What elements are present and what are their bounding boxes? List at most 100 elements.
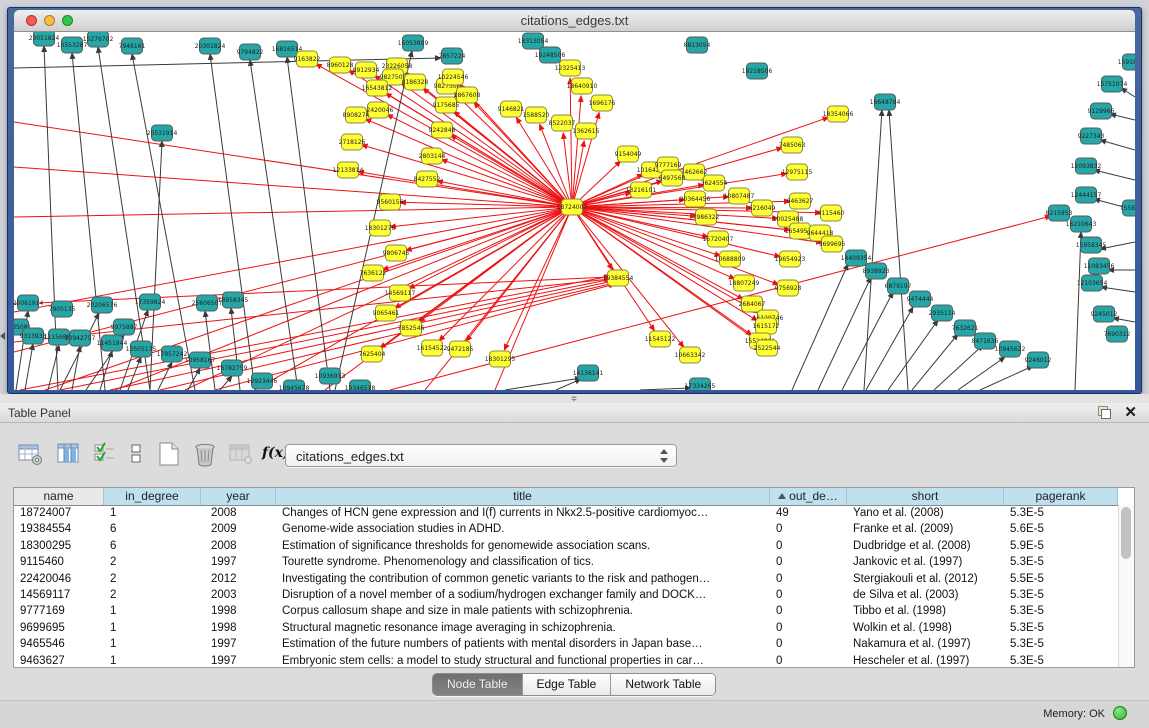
delete-table-icon[interactable] <box>192 441 220 471</box>
graph-node[interactable]: 15918224 <box>1118 54 1135 70</box>
graph-node[interactable]: 6497568 <box>659 170 686 186</box>
graph-node[interactable]: 9472185 <box>447 341 474 357</box>
graph-node[interactable]: 6216049 <box>749 200 776 216</box>
graph-node[interactable]: 9560156 <box>377 194 404 210</box>
graph-node[interactable]: 9227343 <box>1078 128 1105 144</box>
column-header-year[interactable]: year <box>201 488 276 505</box>
table-row[interactable]: 946554611997Estimation of the future num… <box>14 636 1119 652</box>
float-panel-icon[interactable] <box>1098 406 1111 419</box>
graph-node[interactable]: 18301276 <box>365 220 396 236</box>
graph-node[interactable]: 12325413 <box>555 60 586 76</box>
graph-node[interactable]: 9115460 <box>818 205 845 221</box>
graph-node[interactable]: 9175685 <box>433 97 460 113</box>
graph-node[interactable]: 10807487 <box>724 188 755 204</box>
control-panel-collapse-arrow-icon[interactable] <box>0 332 5 340</box>
graph-node[interactable]: 2803144 <box>419 148 446 164</box>
network-view-window[interactable]: citations_edges.txt 18724007230518241055… <box>7 7 1142 394</box>
table-row[interactable]: 2242004622012Investigating the contribut… <box>14 571 1119 587</box>
graph-node[interactable]: 9975887 <box>111 319 138 335</box>
graph-node[interactable]: 8938923 <box>863 263 890 279</box>
graph-node[interactable]: 1362615 <box>573 123 600 139</box>
graph-node[interactable]: 7905135 <box>49 301 76 317</box>
graph-node[interactable]: 10936913 <box>315 368 346 384</box>
column-header-title[interactable]: title <box>276 488 770 505</box>
graph-node[interactable]: 17334265 <box>685 378 716 390</box>
table-selector-dropdown[interactable]: citations_edges.txt <box>285 444 677 467</box>
graph-node[interactable]: 1588520 <box>523 107 550 123</box>
graph-node[interactable]: 9313933 <box>20 328 47 344</box>
panel-splitter[interactable] <box>0 394 1149 403</box>
row-selection-icon[interactable] <box>92 441 120 471</box>
graph-node[interactable]: 9756928 <box>775 280 802 296</box>
graph-node[interactable]: 9146821 <box>498 101 525 117</box>
table-settings-icon[interactable] <box>18 441 46 471</box>
graph-node[interactable]: 12133814 <box>333 162 364 178</box>
graph-node[interactable]: 19384554 <box>603 270 634 286</box>
graph-node[interactable]: 20301824 <box>195 38 226 54</box>
graph-node[interactable]: 7632621 <box>952 320 979 336</box>
graph-node[interactable]: 20061914 <box>14 295 43 311</box>
graph-node[interactable]: 9154049 <box>615 146 642 162</box>
graph-node[interactable]: 7852546 <box>398 320 425 336</box>
graph-node[interactable]: 9794822 <box>237 44 264 60</box>
graph-node[interactable]: 8522037 <box>549 115 576 131</box>
table-row[interactable]: 946362711997Embryonic stem cells: a mode… <box>14 653 1119 668</box>
graph-node[interactable]: 16154522 <box>417 340 448 356</box>
graph-node[interactable]: 7986322 <box>693 209 720 225</box>
graph-node[interactable]: 12975115 <box>782 164 813 180</box>
table-row[interactable]: 969969511998Structural magnetic resonanc… <box>14 620 1119 636</box>
graph-node[interactable]: 19346518 <box>345 380 376 390</box>
table-row[interactable]: 1456911722003Disruption of a novel membe… <box>14 587 1119 603</box>
graph-node[interactable]: 11083456 <box>1084 258 1115 274</box>
tab-node-table[interactable]: Node Table <box>433 674 523 695</box>
graph-node[interactable]: 10663342 <box>675 347 706 363</box>
graph-node[interactable]: 10688809 <box>715 251 746 267</box>
graph-node[interactable]: 15276702 <box>83 32 114 47</box>
graph-node[interactable]: 6879197 <box>885 278 912 294</box>
graph-node[interactable]: 9242848 <box>429 122 456 138</box>
graph-node[interactable]: 19218506 <box>742 63 773 79</box>
graph-node[interactable]: 15958345 <box>1076 237 1107 253</box>
graph-node[interactable]: 2867608 <box>454 87 481 103</box>
scrollbar-thumb[interactable] <box>1121 507 1131 559</box>
graph-node[interactable]: 18354066 <box>823 106 854 122</box>
graph-node[interactable]: 7690312 <box>1104 326 1131 342</box>
new-document-icon[interactable] <box>156 441 184 471</box>
graph-node[interactable]: 17957242 <box>157 346 188 362</box>
graph-node[interactable]: 9474444 <box>907 291 934 307</box>
graph-node[interactable]: 8960128 <box>327 57 354 73</box>
tab-network-table[interactable]: Network Table <box>611 674 715 695</box>
table-row[interactable]: 1872400712008Changes of HCN gene express… <box>14 505 1119 521</box>
table-row[interactable]: 977716911998Corpus callosum shape and si… <box>14 603 1119 619</box>
graph-node[interactable]: 9246012 <box>1025 352 1052 368</box>
graph-node[interactable]: 8813054 <box>684 37 711 53</box>
graph-node[interactable]: 7485063 <box>779 137 806 153</box>
graph-node[interactable]: 14136141 <box>573 365 604 381</box>
graph-node[interactable]: 17359924 <box>135 294 166 310</box>
graph-node[interactable]: 12103654 <box>1077 275 1108 291</box>
graph-node[interactable]: 7558101 <box>1120 200 1135 216</box>
graph-node[interactable]: 16210643 <box>1066 216 1097 232</box>
graph-node[interactable]: 12093832 <box>1071 158 1102 174</box>
graph-node[interactable]: 8215953 <box>1046 205 1073 221</box>
network-canvas[interactable]: 1872400723051824105532871527670279461612… <box>14 32 1135 390</box>
column-header-pagerank[interactable]: pagerank <box>1004 488 1118 505</box>
graph-node[interactable]: 8427552 <box>414 171 441 187</box>
column-header-short[interactable]: short <box>847 488 1004 505</box>
table-panel-header[interactable]: Table Panel ✕ <box>0 403 1149 423</box>
graph-node[interactable]: 7946161 <box>119 38 146 54</box>
column-header-name[interactable]: name <box>14 488 104 505</box>
graph-node[interactable]: 23051824 <box>29 32 60 46</box>
merge-tables-icon[interactable] <box>124 441 152 471</box>
graph-node[interactable]: 2718126 <box>339 134 366 150</box>
graph-node[interactable]: 18640910 <box>567 78 598 94</box>
graph-node[interactable]: 16053809 <box>398 35 429 51</box>
memory-status-icon[interactable] <box>1113 706 1127 720</box>
table-row[interactable]: 1830029562008Estimation of significance … <box>14 538 1119 554</box>
network-window-titlebar[interactable]: citations_edges.txt <box>14 10 1135 32</box>
table-row[interactable]: 911546021997Tourette syndrome. Phenomeno… <box>14 554 1119 570</box>
graph-node[interactable]: 2522544 <box>754 340 781 356</box>
graph-node[interactable]: 1696176 <box>589 95 616 111</box>
graph-node[interactable]: 12444157 <box>1071 187 1102 203</box>
graph-node[interactable]: 10224546 <box>438 69 469 85</box>
